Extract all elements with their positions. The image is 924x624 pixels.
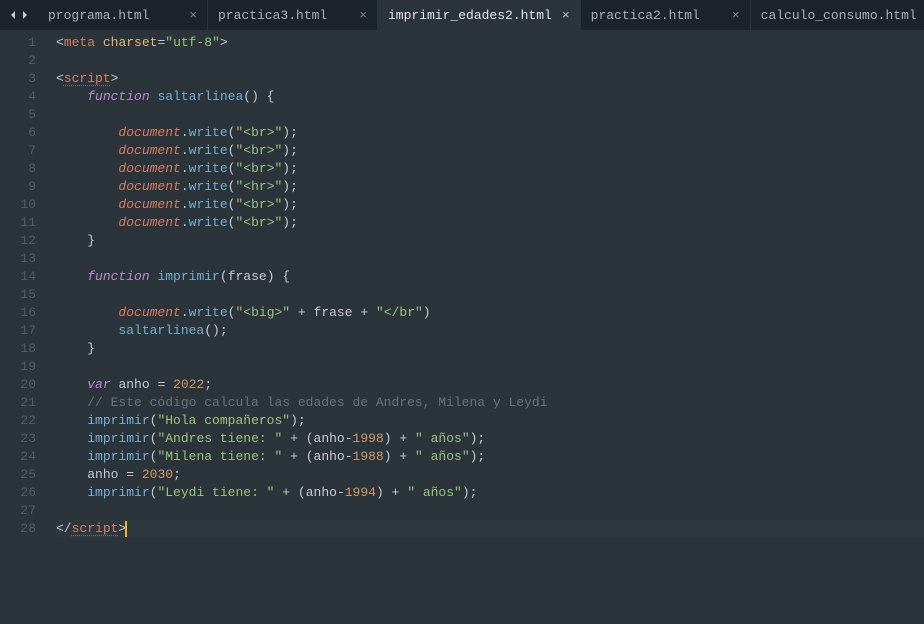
line-number: 5	[4, 106, 36, 124]
line-number: 6	[4, 124, 36, 142]
code-line: }	[56, 232, 924, 250]
line-number: 4	[4, 88, 36, 106]
close-icon[interactable]: ×	[552, 8, 570, 23]
code-line: imprimir("Milena tiene: " + (anho-1988) …	[56, 448, 924, 466]
tab-label: practica3.html	[218, 8, 327, 23]
nav-right-icon	[20, 10, 30, 20]
line-number: 19	[4, 358, 36, 376]
code-line	[56, 52, 924, 70]
line-number: 8	[4, 160, 36, 178]
line-number: 14	[4, 268, 36, 286]
code-line: imprimir("Leydi tiene: " + (anho-1994) +…	[56, 484, 924, 502]
tab-label: calculo_consumo.html	[761, 8, 917, 23]
code-line	[56, 358, 924, 376]
tab-label: practica2.html	[591, 8, 700, 23]
code-line: <meta charset="utf-8">	[56, 34, 924, 52]
line-number: 24	[4, 448, 36, 466]
close-icon[interactable]: ×	[349, 8, 367, 23]
line-number: 2	[4, 52, 36, 70]
code-line: saltarlinea();	[56, 322, 924, 340]
tab-label: imprimir_edades2.html	[388, 8, 552, 23]
line-number: 12	[4, 232, 36, 250]
editor: 1234567891011121314151617181920212223242…	[0, 30, 924, 624]
code-line: imprimir("Hola compañeros");	[56, 412, 924, 430]
tab-bar: programa.html×practica3.html×imprimir_ed…	[0, 0, 924, 30]
tab-practica3-html[interactable]: practica3.html ×	[208, 0, 378, 30]
code-line: }	[56, 340, 924, 358]
line-number: 15	[4, 286, 36, 304]
code-line: document.write("<br>");	[56, 196, 924, 214]
line-number: 28	[4, 520, 36, 538]
line-number: 16	[4, 304, 36, 322]
line-number: 17	[4, 322, 36, 340]
close-icon[interactable]: ×	[917, 8, 924, 23]
line-number: 10	[4, 196, 36, 214]
code-line: document.write("<hr>");	[56, 178, 924, 196]
code-line: document.write("<br>");	[56, 124, 924, 142]
line-number: 21	[4, 394, 36, 412]
code-line: imprimir("Andres tiene: " + (anho-1998) …	[56, 430, 924, 448]
tab-imprimir_edades2-html[interactable]: imprimir_edades2.html×	[378, 0, 581, 30]
line-number: 20	[4, 376, 36, 394]
line-number: 1	[4, 34, 36, 52]
line-number-gutter: 1234567891011121314151617181920212223242…	[0, 30, 46, 624]
code-line: anho = 2030;	[56, 466, 924, 484]
line-number: 26	[4, 484, 36, 502]
code-line	[56, 502, 924, 520]
line-number: 23	[4, 430, 36, 448]
code-line: var anho = 2022;	[56, 376, 924, 394]
code-line: document.write("<br>");	[56, 160, 924, 178]
code-line: document.write("<br>");	[56, 142, 924, 160]
line-number: 3	[4, 70, 36, 88]
line-number: 22	[4, 412, 36, 430]
tab-calculo_consumo-html[interactable]: calculo_consumo.html×	[751, 0, 924, 30]
line-number: 25	[4, 466, 36, 484]
close-icon[interactable]: ×	[722, 8, 740, 23]
code-line: // Este código calcula las edades de And…	[56, 394, 924, 412]
line-number: 18	[4, 340, 36, 358]
line-number: 9	[4, 178, 36, 196]
nav-left-icon	[8, 10, 18, 20]
line-number: 7	[4, 142, 36, 160]
code-line: function imprimir(frase) {	[56, 268, 924, 286]
tab-programa-html[interactable]: programa.html ×	[38, 0, 208, 30]
code-line: document.write("<br>");	[56, 214, 924, 232]
code-area[interactable]: <meta charset="utf-8"> <script> function …	[46, 30, 924, 624]
nav-arrows[interactable]	[0, 0, 38, 30]
code-line: </script>	[56, 520, 924, 538]
tab-practica2-html[interactable]: practica2.html ×	[581, 0, 751, 30]
text-cursor	[125, 521, 127, 537]
line-number: 13	[4, 250, 36, 268]
line-number: 11	[4, 214, 36, 232]
code-line	[56, 250, 924, 268]
code-line	[56, 286, 924, 304]
code-line	[56, 106, 924, 124]
code-line: document.write("<big>" + frase + "</br")	[56, 304, 924, 322]
close-icon[interactable]: ×	[179, 8, 197, 23]
code-line: function saltarlinea() {	[56, 88, 924, 106]
tab-label: programa.html	[48, 8, 149, 23]
line-number: 27	[4, 502, 36, 520]
code-line: <script>	[56, 70, 924, 88]
